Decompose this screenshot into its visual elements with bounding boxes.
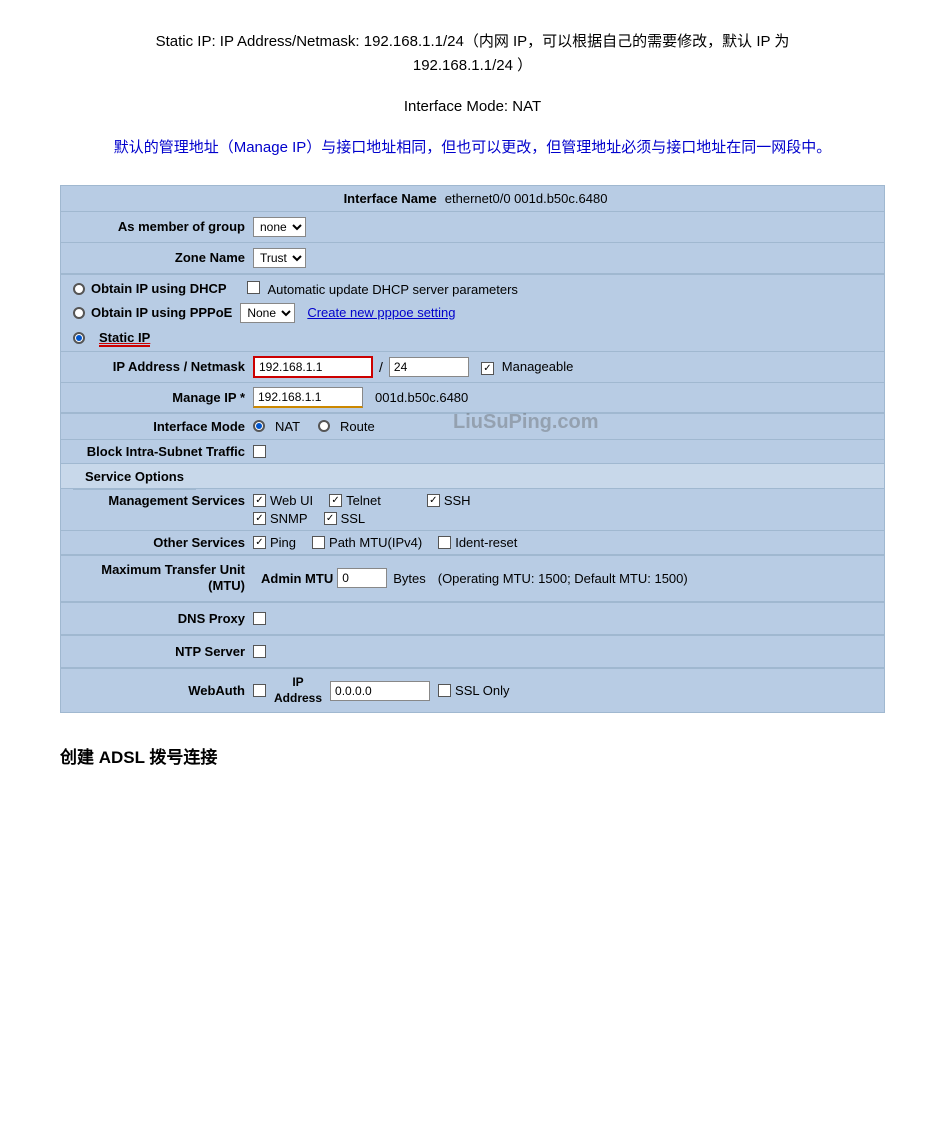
ntp-server-row: NTP Server xyxy=(61,636,884,668)
route-label: Route xyxy=(340,419,375,434)
route-radio[interactable] xyxy=(318,420,330,432)
zone-name-row: Zone Name Trust xyxy=(61,243,884,274)
other-services-label: Other Services xyxy=(73,535,253,550)
as-member-label: As member of group xyxy=(73,219,253,234)
webauth-label: WebAuth xyxy=(73,683,253,698)
admin-mtu-input[interactable] xyxy=(337,568,387,588)
interface-mode-row: Interface Mode NAT Route LiuSuPing.com xyxy=(61,414,884,440)
interface-mode-title: Interface Mode: NAT xyxy=(60,98,885,115)
ident-reset-label: Ident-reset xyxy=(455,535,517,550)
page-title-line1: Static IP: IP Address/Netmask: 192.168.1… xyxy=(60,30,885,54)
static-ip-radio[interactable] xyxy=(73,332,85,344)
ssh-checkbox[interactable] xyxy=(427,494,440,507)
auto-update-label: Automatic update DHCP server parameters xyxy=(267,282,517,297)
ping-label: Ping xyxy=(270,535,296,550)
slash-separator: / xyxy=(379,359,383,375)
manageable-label: Manageable xyxy=(502,359,574,374)
interface-name-value: ethernet0/0 001d.b50c.6480 xyxy=(445,191,608,206)
ssl-label: SSL xyxy=(341,511,366,526)
manage-ip-label: Manage IP * xyxy=(73,390,253,405)
block-intra-checkbox[interactable] xyxy=(253,445,266,458)
block-intra-row: Block Intra-Subnet Traffic xyxy=(61,440,884,464)
other-services-row: Other Services Ping Path MTU(IPv4) Ident… xyxy=(61,531,884,555)
create-pppoe-link[interactable]: Create new pppoe setting xyxy=(307,305,455,320)
webauth-checkbox[interactable] xyxy=(253,684,266,697)
netmask-input[interactable] xyxy=(389,357,469,377)
web-ui-checkbox[interactable] xyxy=(253,494,266,507)
as-member-select[interactable]: none xyxy=(253,217,306,237)
management-services-label: Management Services xyxy=(73,493,253,508)
interface-name-label: Interface Name xyxy=(344,191,437,206)
adsl-title: 创建 ADSL 拨号连接 xyxy=(60,743,885,768)
ip-address-row: IP Address / Netmask / Manageable xyxy=(61,352,884,383)
block-intra-label: Block Intra-Subnet Traffic xyxy=(73,444,253,459)
ip-address-label: IP Address / Netmask xyxy=(73,359,253,374)
zone-name-label: Zone Name xyxy=(73,250,253,265)
manage-ip-suffix: 001d.b50c.6480 xyxy=(375,390,468,405)
ip-address-input[interactable] xyxy=(253,356,373,378)
nat-radio[interactable] xyxy=(253,420,265,432)
dns-proxy-label: DNS Proxy xyxy=(73,611,253,626)
snmp-checkbox[interactable] xyxy=(253,512,266,525)
path-mtu-label: Path MTU(IPv4) xyxy=(329,535,422,550)
dhcp-row: Obtain IP using DHCP Automatic update DH… xyxy=(61,275,884,300)
dns-proxy-row: DNS Proxy xyxy=(61,603,884,635)
webauth-row: WebAuth IP Address SSL Only xyxy=(61,669,884,712)
web-ui-label: Web UI xyxy=(270,493,313,508)
webauth-ip-input[interactable] xyxy=(330,681,430,701)
path-mtu-checkbox[interactable] xyxy=(312,536,325,549)
webauth-ip-label: IP Address xyxy=(274,675,322,706)
zone-name-select[interactable]: Trust xyxy=(253,248,306,268)
interface-mode-label: Interface Mode xyxy=(73,419,253,434)
pppoe-radio[interactable] xyxy=(73,307,85,319)
manage-ip-note: 默认的管理地址（Manage IP）与接口地址相同，但也可以更改，但管理地址必须… xyxy=(60,135,885,161)
as-member-row: As member of group none xyxy=(61,212,884,243)
obtain-dhcp-label: Obtain IP using DHCP xyxy=(91,281,227,296)
pppoe-row: Obtain IP using PPPoE None Create new pp… xyxy=(61,300,884,326)
management-services-row: Management Services Web UI Telnet SSH xyxy=(61,489,884,531)
static-ip-section: Static IP xyxy=(61,326,884,352)
nat-label: NAT xyxy=(275,419,300,434)
mtu-note: (Operating MTU: 1500; Default MTU: 1500) xyxy=(438,571,688,586)
manage-ip-row: Manage IP * 001d.b50c.6480 xyxy=(61,383,884,413)
admin-mtu-label: Admin MTU xyxy=(261,571,333,586)
ntp-server-label: NTP Server xyxy=(73,644,253,659)
static-ip-label: Static IP xyxy=(99,330,150,347)
ssl-checkbox[interactable] xyxy=(324,512,337,525)
config-panel: Interface Name ethernet0/0 001d.b50c.648… xyxy=(60,185,885,714)
interface-name-row: Interface Name ethernet0/0 001d.b50c.648… xyxy=(61,186,884,212)
dhcp-radio[interactable] xyxy=(73,283,85,295)
manage-ip-input[interactable] xyxy=(253,387,363,408)
telnet-checkbox[interactable] xyxy=(329,494,342,507)
ssh-label: SSH xyxy=(444,493,471,508)
mtu-label: Maximum Transfer Unit (MTU) xyxy=(73,562,253,596)
ssl-only-checkbox[interactable] xyxy=(438,684,451,697)
ident-reset-checkbox[interactable] xyxy=(438,536,451,549)
bytes-label: Bytes xyxy=(393,571,426,586)
page-title-line2: 192.168.1.1/24 ） xyxy=(60,54,885,78)
obtain-pppoe-label: Obtain IP using PPPoE xyxy=(91,305,232,320)
telnet-label: Telnet xyxy=(346,493,381,508)
dns-proxy-checkbox[interactable] xyxy=(253,612,266,625)
snmp-label: SNMP xyxy=(270,511,308,526)
ssl-only-label: SSL Only xyxy=(455,683,509,698)
manageable-checkbox[interactable] xyxy=(481,362,494,375)
ntp-server-checkbox[interactable] xyxy=(253,645,266,658)
service-options-header: Service Options xyxy=(73,464,196,490)
pppoe-select[interactable]: None xyxy=(240,303,295,323)
watermark-text: LiuSuPing.com xyxy=(453,411,599,434)
mtu-row: Maximum Transfer Unit (MTU) Admin MTU By… xyxy=(61,556,884,603)
ping-checkbox[interactable] xyxy=(253,536,266,549)
auto-update-checkbox[interactable] xyxy=(247,281,260,294)
